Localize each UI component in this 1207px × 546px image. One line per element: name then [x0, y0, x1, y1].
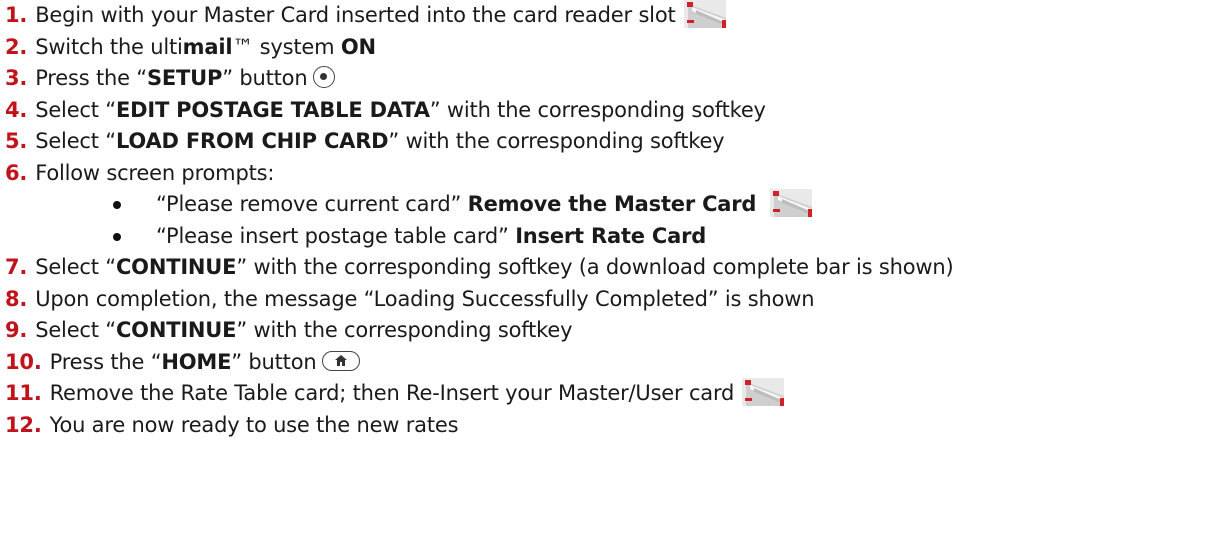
text-run: Follow screen prompts:	[35, 160, 275, 185]
step-number: 12.	[5, 412, 42, 437]
step-item: 10. Press the “HOME” button	[5, 347, 1205, 379]
text-run: You are now ready to use the new rates	[49, 412, 459, 437]
step-number: 1.	[5, 3, 28, 27]
step-number: 5.	[5, 129, 28, 153]
step-item: 3. Press the “SETUP” button	[5, 63, 1205, 95]
bold-text: mail	[182, 34, 233, 59]
text-run: ” button	[231, 349, 317, 374]
bold-text: CONTINUE	[115, 255, 237, 279]
text-run: Press the “	[49, 349, 162, 374]
step-number: 8.	[5, 286, 28, 311]
sub-bullet-item: “Please insert postage table card” Inser…	[5, 221, 1205, 253]
bold-text: Remove the Master Card	[467, 192, 757, 216]
bold-text: HOME	[161, 349, 232, 374]
text-run: Upon completion, the message “Loading Su…	[35, 286, 815, 311]
text-run: Press the “	[35, 66, 147, 90]
bold-text: LOAD FROM CHIP CARD	[115, 129, 389, 153]
step-item: 9. Select “CONTINUE” with the correspondi…	[5, 315, 1205, 347]
step-number: 2.	[5, 34, 28, 59]
text-run: “Please remove current card”	[156, 192, 468, 216]
text-run: ™ system	[232, 34, 341, 59]
text-run: Select “	[35, 318, 116, 342]
text-run: Begin with your Master Card inserted int…	[35, 3, 676, 27]
bold-text: Insert Rate Card	[515, 223, 707, 248]
step-item: 5. Select “LOAD FROM CHIP CARD” with the …	[5, 126, 1205, 158]
setup-button-icon	[313, 66, 336, 88]
step-number: 11.	[5, 381, 42, 405]
home-button-icon	[322, 350, 361, 371]
sub-bullet-text: “Please insert postage table card” Inser…	[156, 224, 706, 248]
step-item: 7. Select “CONTINUE” with the correspondi…	[5, 252, 1205, 284]
text-run: ” button	[222, 66, 308, 90]
bold-text: SETUP	[146, 66, 223, 90]
text-run: ” with the corresponding softkey	[388, 129, 725, 153]
step-number: 6.	[5, 160, 28, 185]
step-number: 3.	[5, 66, 28, 90]
step-item: 1. Begin with your Master Card inserted i…	[5, 0, 1205, 32]
card-icon	[742, 378, 785, 406]
text-run: Switch the ulti	[35, 34, 183, 59]
text-run: “Please insert postage table card”	[156, 223, 516, 248]
step-number: 7.	[5, 255, 28, 279]
step-item: 6. Follow screen prompts:	[5, 158, 1205, 190]
sub-bullet-item: “Please remove current card” Remove the …	[5, 189, 1205, 221]
text-run: ” with the corresponding softkey	[236, 318, 573, 342]
step-item: 12. You are now ready to use the new rate…	[5, 410, 1205, 442]
text-run: ” with the corresponding softkey (a down…	[236, 255, 954, 279]
text-run: ” with the corresponding softkey	[429, 97, 766, 122]
step-item: 2. Switch the ultimail™ system ON	[5, 32, 1205, 64]
bullet-dot	[113, 232, 121, 241]
bold-text: EDIT POSTAGE TABLE DATA	[115, 97, 430, 122]
step-number: 10.	[5, 349, 42, 374]
instruction-list: 1. Begin with your Master Card inserted i…	[5, 0, 1205, 441]
step-item: 4. Select “EDIT POSTAGE TABLE DATA” with …	[5, 95, 1205, 127]
text-run: Remove the Rate Table card; then Re-Inse…	[49, 381, 735, 405]
step-item: 8. Upon completion, the message “Loading …	[5, 284, 1205, 316]
step-number: 9.	[5, 318, 28, 342]
text-run: Select “	[35, 255, 116, 279]
text-run: Select “	[35, 129, 116, 153]
card-icon	[770, 189, 813, 217]
bullet-dot	[113, 201, 121, 209]
step-number: 4.	[5, 97, 28, 122]
bold-text: CONTINUE	[115, 318, 237, 342]
card-icon	[683, 0, 726, 28]
bold-text: ON	[340, 34, 376, 59]
text-run: Select “	[35, 97, 116, 122]
step-item: 11. Remove the Rate Table card; then Re-I…	[5, 378, 1205, 410]
sub-bullet-text: “Please remove current card” Remove the …	[156, 192, 756, 216]
